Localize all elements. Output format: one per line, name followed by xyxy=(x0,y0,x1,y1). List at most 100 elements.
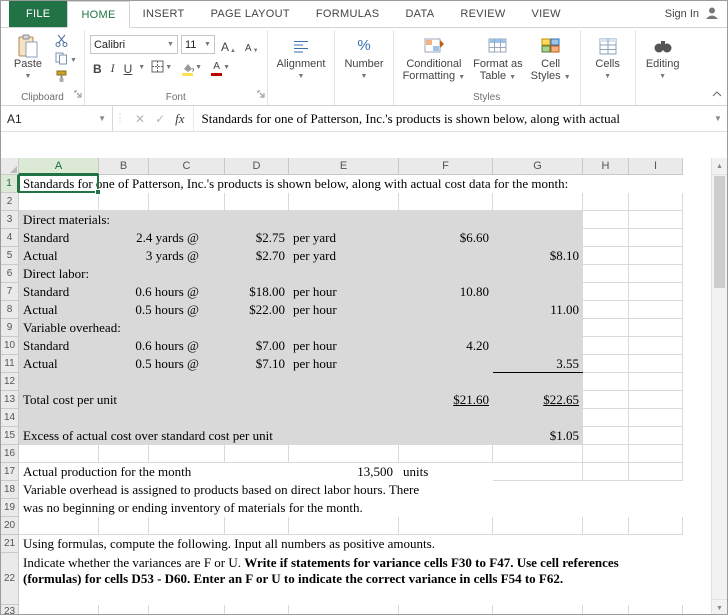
cell-F9[interactable] xyxy=(399,319,493,337)
col-header-B[interactable]: B xyxy=(99,158,149,175)
cell-content-B8[interactable]: 0.5 hours @ xyxy=(99,301,225,319)
cell-F16[interactable] xyxy=(399,445,493,463)
vertical-scrollbar[interactable]: ▲ ▼ xyxy=(711,158,727,614)
cell-A23[interactable] xyxy=(19,605,99,614)
font-dialog-launcher[interactable] xyxy=(257,85,265,103)
fill-handle[interactable] xyxy=(95,189,101,195)
cell-I5[interactable] xyxy=(629,247,683,265)
cell-content-D5[interactable]: $2.70 xyxy=(225,247,289,265)
row-header-8[interactable]: 8 xyxy=(1,301,19,319)
editing-button[interactable]: Editing ▼ xyxy=(641,32,685,85)
cell-content-E11[interactable]: per hour xyxy=(289,355,399,373)
row-header-11[interactable]: 11 xyxy=(1,355,19,373)
cell-I14[interactable] xyxy=(629,409,683,427)
cell-E13[interactable] xyxy=(289,391,399,409)
cell-content-B4[interactable]: 2.4 yards @ xyxy=(99,229,225,247)
conditional-formatting-button[interactable]: Conditional Formatting ▼ xyxy=(399,32,470,86)
cell-H20[interactable] xyxy=(583,517,629,535)
expand-formula-bar-button[interactable]: ▼ xyxy=(709,106,727,131)
cell-F5[interactable] xyxy=(399,247,493,265)
copy-button[interactable]: ▼ xyxy=(53,52,79,68)
cell-G6[interactable] xyxy=(493,265,583,283)
cell-content-B11[interactable]: 0.5 hours @ xyxy=(99,355,225,373)
cell-G9[interactable] xyxy=(493,319,583,337)
shrink-font-button[interactable]: A ▼ xyxy=(242,36,262,54)
select-all-corner[interactable] xyxy=(1,158,19,175)
cell-D23[interactable] xyxy=(225,605,289,614)
row-header-7[interactable]: 7 xyxy=(1,283,19,301)
cell-B12[interactable] xyxy=(99,373,149,391)
row-header-6[interactable]: 6 xyxy=(1,265,19,283)
number-button[interactable]: % Number ▼ xyxy=(340,32,387,85)
cell-H11[interactable] xyxy=(583,355,629,373)
cell-I15[interactable] xyxy=(629,427,683,445)
cell-I6[interactable] xyxy=(629,265,683,283)
cells-button[interactable]: Cells ▼ xyxy=(586,32,630,85)
cell-F8[interactable] xyxy=(399,301,493,319)
cell-H9[interactable] xyxy=(583,319,629,337)
cell-content-D8[interactable]: $22.00 xyxy=(225,301,289,319)
cell-H23[interactable] xyxy=(583,605,629,614)
row-header-1[interactable]: 1 xyxy=(1,175,19,193)
cell-A2[interactable] xyxy=(19,193,99,211)
scroll-down-button[interactable]: ▼ xyxy=(712,599,727,614)
cell-C14[interactable] xyxy=(149,409,225,427)
formula-bar-handle[interactable]: ⋮ xyxy=(113,106,127,131)
cell-H13[interactable] xyxy=(583,391,629,409)
row-header-12[interactable]: 12 xyxy=(1,373,19,391)
font-color-button[interactable]: A ▼ xyxy=(208,58,233,76)
cell-C2[interactable] xyxy=(149,193,225,211)
cell-E20[interactable] xyxy=(289,517,399,535)
alignment-button[interactable]: Alignment ▼ xyxy=(273,32,330,85)
cell-content-A6[interactable]: Direct labor: xyxy=(19,265,399,283)
tab-formulas[interactable]: FORMULAS xyxy=(303,1,393,27)
cell-E2[interactable] xyxy=(289,193,399,211)
tab-page-layout[interactable]: PAGE LAYOUT xyxy=(198,1,303,27)
cell-content-A8[interactable]: Actual xyxy=(19,301,99,319)
cell-H2[interactable] xyxy=(583,193,629,211)
row-header-14[interactable]: 14 xyxy=(1,409,19,427)
cell-F23[interactable] xyxy=(399,605,493,614)
cell-H7[interactable] xyxy=(583,283,629,301)
row-header-19[interactable]: 19 xyxy=(1,499,19,517)
cell-content-E4[interactable]: per yard xyxy=(289,229,399,247)
scrollbar-thumb[interactable] xyxy=(714,176,725,288)
cell-G3[interactable] xyxy=(493,211,583,229)
paste-button[interactable]: Paste ▼ xyxy=(6,32,50,85)
cell-content-B7[interactable]: 0.6 hours @ xyxy=(99,283,225,301)
cell-D14[interactable] xyxy=(225,409,289,427)
row-header-4[interactable]: 4 xyxy=(1,229,19,247)
col-header-E[interactable]: E xyxy=(289,158,399,175)
row-header-9[interactable]: 9 xyxy=(1,319,19,337)
cell-content-A15[interactable]: Excess of actual cost over standard cost… xyxy=(19,427,399,445)
bold-button[interactable]: B xyxy=(90,58,105,76)
cell-F12[interactable] xyxy=(399,373,493,391)
cell-I23[interactable] xyxy=(629,605,683,614)
col-header-H[interactable]: H xyxy=(583,158,629,175)
cell-content-A7[interactable]: Standard xyxy=(19,283,99,301)
cell-content-D11[interactable]: $7.10 xyxy=(225,355,289,373)
cell-G2[interactable] xyxy=(493,193,583,211)
row-header-3[interactable]: 3 xyxy=(1,211,19,229)
cell-content-F7[interactable]: 10.80 xyxy=(399,283,493,301)
format-painter-button[interactable] xyxy=(53,70,79,86)
formula-input[interactable]: Standards for one of Patterson, Inc.'s p… xyxy=(192,106,709,131)
cell-content-A9[interactable]: Variable overhead: xyxy=(19,319,399,337)
cell-A12[interactable] xyxy=(19,373,99,391)
font-size-select[interactable]: 11 ▼ xyxy=(180,35,215,54)
row-header-18[interactable]: 18 xyxy=(1,481,19,499)
cell-I9[interactable] xyxy=(629,319,683,337)
cell-content-D4[interactable]: $2.75 xyxy=(225,229,289,247)
name-box[interactable]: A1 ▼ xyxy=(1,106,113,131)
cell-E23[interactable] xyxy=(289,605,399,614)
cell-D12[interactable] xyxy=(225,373,289,391)
cell-I12[interactable] xyxy=(629,373,683,391)
cell-B16[interactable] xyxy=(99,445,149,463)
col-header-C[interactable]: C xyxy=(149,158,225,175)
row-header-10[interactable]: 10 xyxy=(1,337,19,355)
cell-I16[interactable] xyxy=(629,445,683,463)
cell-H8[interactable] xyxy=(583,301,629,319)
cell-B23[interactable] xyxy=(99,605,149,614)
col-header-G[interactable]: G xyxy=(493,158,583,175)
cell-content-G5[interactable]: $8.10 xyxy=(493,247,583,265)
